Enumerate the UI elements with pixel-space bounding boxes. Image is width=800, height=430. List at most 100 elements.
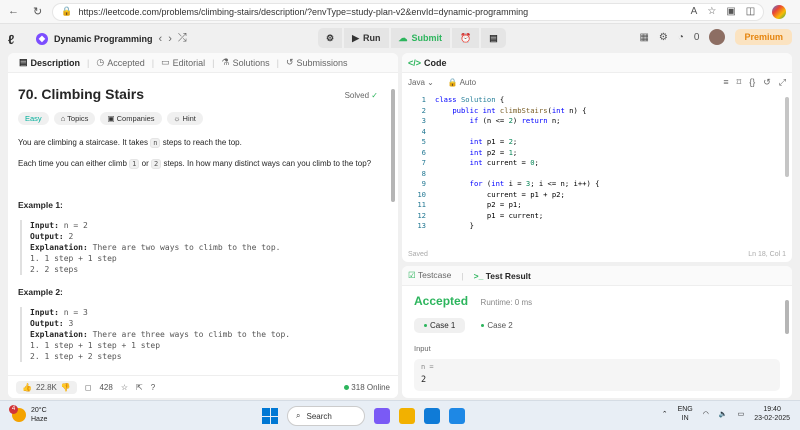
speaker-icon[interactable]: 🔈 bbox=[719, 410, 728, 418]
difficulty-tag[interactable]: Easy bbox=[18, 112, 49, 125]
description-footer: 👍 22.8K 👎 ◻ 428 ☆ ⇱ ? 318 Online bbox=[8, 375, 398, 398]
code-line-10: current = p1 + p2; bbox=[435, 189, 565, 199]
input-value-box: n = 2 bbox=[414, 359, 780, 391]
next-problem-icon[interactable]: › bbox=[168, 33, 172, 45]
leetcode-logo-icon[interactable]: ℓ bbox=[8, 32, 22, 47]
back-icon[interactable]: ← bbox=[8, 5, 19, 18]
avatar[interactable] bbox=[709, 29, 726, 45]
bookmark-icon[interactable]: ⌑ bbox=[737, 77, 742, 88]
online-count: 318 Online bbox=[344, 383, 390, 392]
star-icon[interactable]: ☆ bbox=[121, 383, 128, 392]
code-line-11: p2 = p1; bbox=[435, 200, 522, 209]
tab-solutions[interactable]: ⚗ Solutions bbox=[216, 57, 274, 68]
tab-editorial[interactable]: ▭ Editorial bbox=[156, 57, 210, 68]
clock-icon: ◷ bbox=[96, 57, 105, 67]
tab-test-result[interactable]: >_ Test Result bbox=[474, 271, 531, 281]
lock-icon: 🔒 bbox=[61, 6, 73, 16]
start-button[interactable] bbox=[262, 408, 278, 424]
problem-list-button[interactable]: ◆ Dynamic Programming bbox=[36, 32, 153, 45]
read-aloud-icon[interactable]: A bbox=[691, 6, 698, 17]
editor-status-bar: Saved Ln 18, Col 1 bbox=[408, 250, 786, 258]
extension-icon[interactable]: ▣ bbox=[726, 6, 735, 17]
edge-browser-icon[interactable] bbox=[424, 408, 440, 424]
play-icon: ▶ bbox=[352, 32, 359, 43]
input-label: Input bbox=[414, 344, 431, 353]
description-panel: ▤ Description | ◷ Accepted | ▭ Editorial… bbox=[8, 53, 398, 398]
editor-toolbar: Java ⌄ 🔒 Auto ≡ ⌑ {} ↺ ⤢ bbox=[402, 73, 792, 91]
weather-widget[interactable]: 4 20°C Haze bbox=[9, 405, 47, 424]
debug-button[interactable]: ⚙ bbox=[318, 28, 343, 48]
code-line-9: for (int i = 3; i <= n; i++) { bbox=[469, 179, 600, 188]
tab-accepted[interactable]: ◷ Accepted bbox=[91, 57, 149, 68]
hint-tag[interactable]: ☼ Hint bbox=[166, 112, 203, 125]
code-line-1: class Solution { bbox=[435, 95, 505, 104]
notification-icon[interactable]: ◔ bbox=[678, 32, 684, 43]
tab-description[interactable]: ▤ Description bbox=[14, 57, 85, 68]
share-icon[interactable]: ⇱ bbox=[136, 383, 143, 392]
code-scrollbar[interactable] bbox=[785, 97, 789, 177]
layout-icon[interactable]: ▦ bbox=[639, 32, 648, 43]
premium-button[interactable]: Premium bbox=[735, 29, 792, 45]
note-icon: ▤ bbox=[489, 32, 498, 43]
book-icon: ▭ bbox=[161, 57, 170, 67]
code-line-7: int current = 0; bbox=[469, 158, 539, 167]
language-select[interactable]: Java ⌄ bbox=[408, 78, 434, 87]
submit-button[interactable]: ☁ Submit bbox=[390, 28, 450, 48]
run-button[interactable]: ▶ Run bbox=[344, 28, 389, 48]
tab-submissions[interactable]: ↺ Submissions bbox=[281, 57, 353, 68]
fullscreen-icon[interactable]: ⤢ bbox=[779, 77, 786, 88]
shuffle-icon[interactable]: ⤮ bbox=[178, 32, 187, 45]
example-1: Example 1: Input: n = 2 Output: 2 Explan… bbox=[18, 200, 388, 275]
code-line-5: int p1 = 2; bbox=[469, 137, 518, 146]
description-paragraph-1: You are climbing a staircase. It takes n… bbox=[18, 138, 242, 148]
code-line-3: if (n <= 2) return n; bbox=[469, 116, 561, 125]
clock[interactable]: 19:40 23-02-2025 bbox=[754, 405, 790, 423]
refresh-icon[interactable]: ↻ bbox=[33, 5, 42, 18]
companies-tag[interactable]: ▣ Companies bbox=[100, 112, 162, 125]
tab-testcase[interactable]: ☑ Testcase bbox=[408, 270, 451, 281]
description-scrollbar[interactable] bbox=[391, 89, 395, 202]
comment-icon[interactable]: ◻ bbox=[85, 383, 92, 392]
address-bar[interactable]: 🔒 https://leetcode.com/problems/climbing… bbox=[52, 2, 765, 21]
collections-icon[interactable]: ◫ bbox=[746, 6, 755, 17]
language-indicator[interactable]: ENG IN bbox=[678, 405, 693, 423]
battery-icon[interactable]: ▭ bbox=[738, 410, 745, 418]
result-panel: ☑ Testcase | >_ Test Result Accepted Run… bbox=[402, 266, 792, 398]
store-icon[interactable] bbox=[449, 408, 465, 424]
prev-problem-icon[interactable]: ‹ bbox=[159, 33, 163, 45]
topics-tag[interactable]: ⌂ Topics bbox=[53, 112, 96, 125]
problem-description: 70. Climbing Stairs Solved ✓ Easy ⌂ Topi… bbox=[8, 73, 398, 375]
weather-sun-icon: 4 bbox=[9, 405, 26, 422]
leetcode-topbar: ℓ ◆ Dynamic Programming ‹ › ⤮ ⚙ ▶ Run ☁ … bbox=[0, 24, 800, 53]
settings-icon[interactable]: ⚙ bbox=[659, 32, 668, 43]
document-icon: ▤ bbox=[19, 57, 28, 67]
taskbar-search[interactable]: ⌕ Search bbox=[287, 406, 365, 426]
case-2-tab[interactable]: Case 2 bbox=[471, 318, 522, 333]
result-scrollbar[interactable] bbox=[785, 300, 789, 334]
app-icon-1[interactable] bbox=[374, 408, 390, 424]
code-panel: </> Code Java ⌄ 🔒 Auto ≡ ⌑ {} ↺ ⤢ 1 class… bbox=[402, 53, 792, 262]
reset-icon[interactable]: ↺ bbox=[763, 77, 771, 88]
tag-icon: ⌂ bbox=[60, 114, 66, 123]
help-icon[interactable]: ? bbox=[151, 383, 155, 392]
braces-icon[interactable]: {} bbox=[749, 77, 755, 88]
format-icon[interactable]: ≡ bbox=[723, 77, 728, 88]
file-explorer-icon[interactable] bbox=[399, 408, 415, 424]
auto-mode[interactable]: 🔒 Auto bbox=[448, 78, 476, 87]
code-line-12: p1 = current; bbox=[435, 210, 544, 220]
code-editor[interactable]: 1 class Solution { 2 public int climbStai… bbox=[402, 95, 792, 240]
browser-profile-icon[interactable] bbox=[772, 4, 787, 19]
cloud-upload-icon: ☁ bbox=[398, 32, 408, 43]
terminal-icon: >_ bbox=[473, 270, 484, 281]
flask-icon: ⚗ bbox=[221, 57, 230, 67]
notes-button[interactable]: ▤ bbox=[481, 28, 506, 48]
timer-button[interactable]: ⏰ bbox=[452, 28, 480, 48]
thumbs-down-icon[interactable]: 👎 bbox=[61, 383, 71, 392]
like-button[interactable]: 👍 22.8K 👎 bbox=[16, 380, 77, 394]
wifi-icon[interactable]: ◠ bbox=[703, 410, 709, 418]
case-1-tab[interactable]: Case 1 bbox=[414, 318, 466, 333]
code-header: </> Code bbox=[402, 53, 792, 73]
chevron-up-icon[interactable]: ⌃ bbox=[662, 410, 668, 418]
favorite-icon[interactable]: ☆ bbox=[707, 6, 716, 17]
windows-taskbar: 4 20°C Haze ⌕ Search ⌃ ENG IN ◠ 🔈 ▭ 19:4… bbox=[0, 400, 800, 430]
